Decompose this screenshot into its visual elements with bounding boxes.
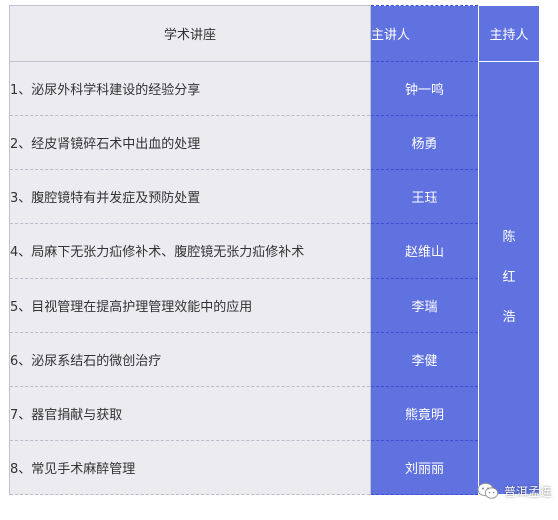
table-header-row: 学术讲座 主讲人 主持人 — [9, 4, 540, 63]
host-name: 陈 红 浩 — [479, 218, 539, 338]
lecture-title: 1、泌尿外科学科建设的经验分享 — [9, 61, 371, 117]
host-name-char: 浩 — [502, 310, 516, 326]
wechat-icon — [477, 482, 499, 499]
watermark-text: 普洱孟连 — [503, 484, 552, 499]
table-row: 2、经皮肾镜碎石术中出血的处理 杨勇 — [9, 115, 540, 171]
speaker-name: 钟一鸣 — [370, 61, 479, 117]
lecture-title: 8、常见手术麻醉管理 — [9, 439, 371, 496]
speaker-name: 李健 — [370, 331, 479, 387]
lecture-title: 4、局麻下无张力疝修补术、腹腔镜无张力疝修补术 — [9, 223, 371, 279]
table-row: 1、泌尿外科学科建设的经验分享 钟一鸣 陈 红 浩 — [9, 61, 540, 495]
speaker-name: 杨勇 — [370, 115, 479, 171]
header-host: 主持人 — [478, 4, 540, 63]
header-lecture: 学术讲座 — [9, 4, 371, 63]
speaker-name: 王珏 — [370, 169, 479, 225]
table-row: 3、腹腔镜特有并发症及预防处置 王珏 — [9, 169, 540, 225]
host-cell: 陈 红 浩 — [478, 61, 540, 495]
lecture-title: 5、目视管理在提高护理管理效能中的应用 — [9, 277, 371, 333]
table-row: 8、常见手术麻醉管理 刘丽丽 — [9, 439, 540, 496]
speaker-name: 刘丽丽 — [370, 439, 479, 496]
speaker-name: 熊竟明 — [370, 385, 479, 441]
speaker-name: 赵维山 — [370, 223, 479, 279]
lecture-title: 7、器官捐献与获取 — [9, 385, 371, 441]
host-name-char: 红 — [502, 270, 516, 286]
lecture-title: 2、经皮肾镜碎石术中出血的处理 — [9, 115, 371, 171]
table-row: 6、泌尿系结石的微创治疗 李健 — [9, 331, 540, 387]
lecture-title: 3、腹腔镜特有并发症及预防处置 — [9, 169, 371, 225]
header-speaker: 主讲人 — [370, 4, 479, 63]
host-name-char: 陈 — [502, 230, 516, 246]
lecture-schedule-table: 学术讲座 主讲人 主持人 1、泌尿外科学科建设的经验分享 钟一鸣 陈 红 浩 2… — [9, 4, 540, 496]
lecture-title: 6、泌尿系结石的微创治疗 — [9, 331, 371, 387]
speaker-name: 李瑞 — [370, 277, 479, 333]
table-row: 4、局麻下无张力疝修补术、腹腔镜无张力疝修补术 赵维山 — [9, 223, 540, 279]
wechat-watermark: 普洱孟连 — [477, 482, 552, 500]
table-row: 7、器官捐献与获取 熊竟明 — [9, 385, 540, 441]
table-row: 5、目视管理在提高护理管理效能中的应用 李瑞 — [9, 277, 540, 333]
